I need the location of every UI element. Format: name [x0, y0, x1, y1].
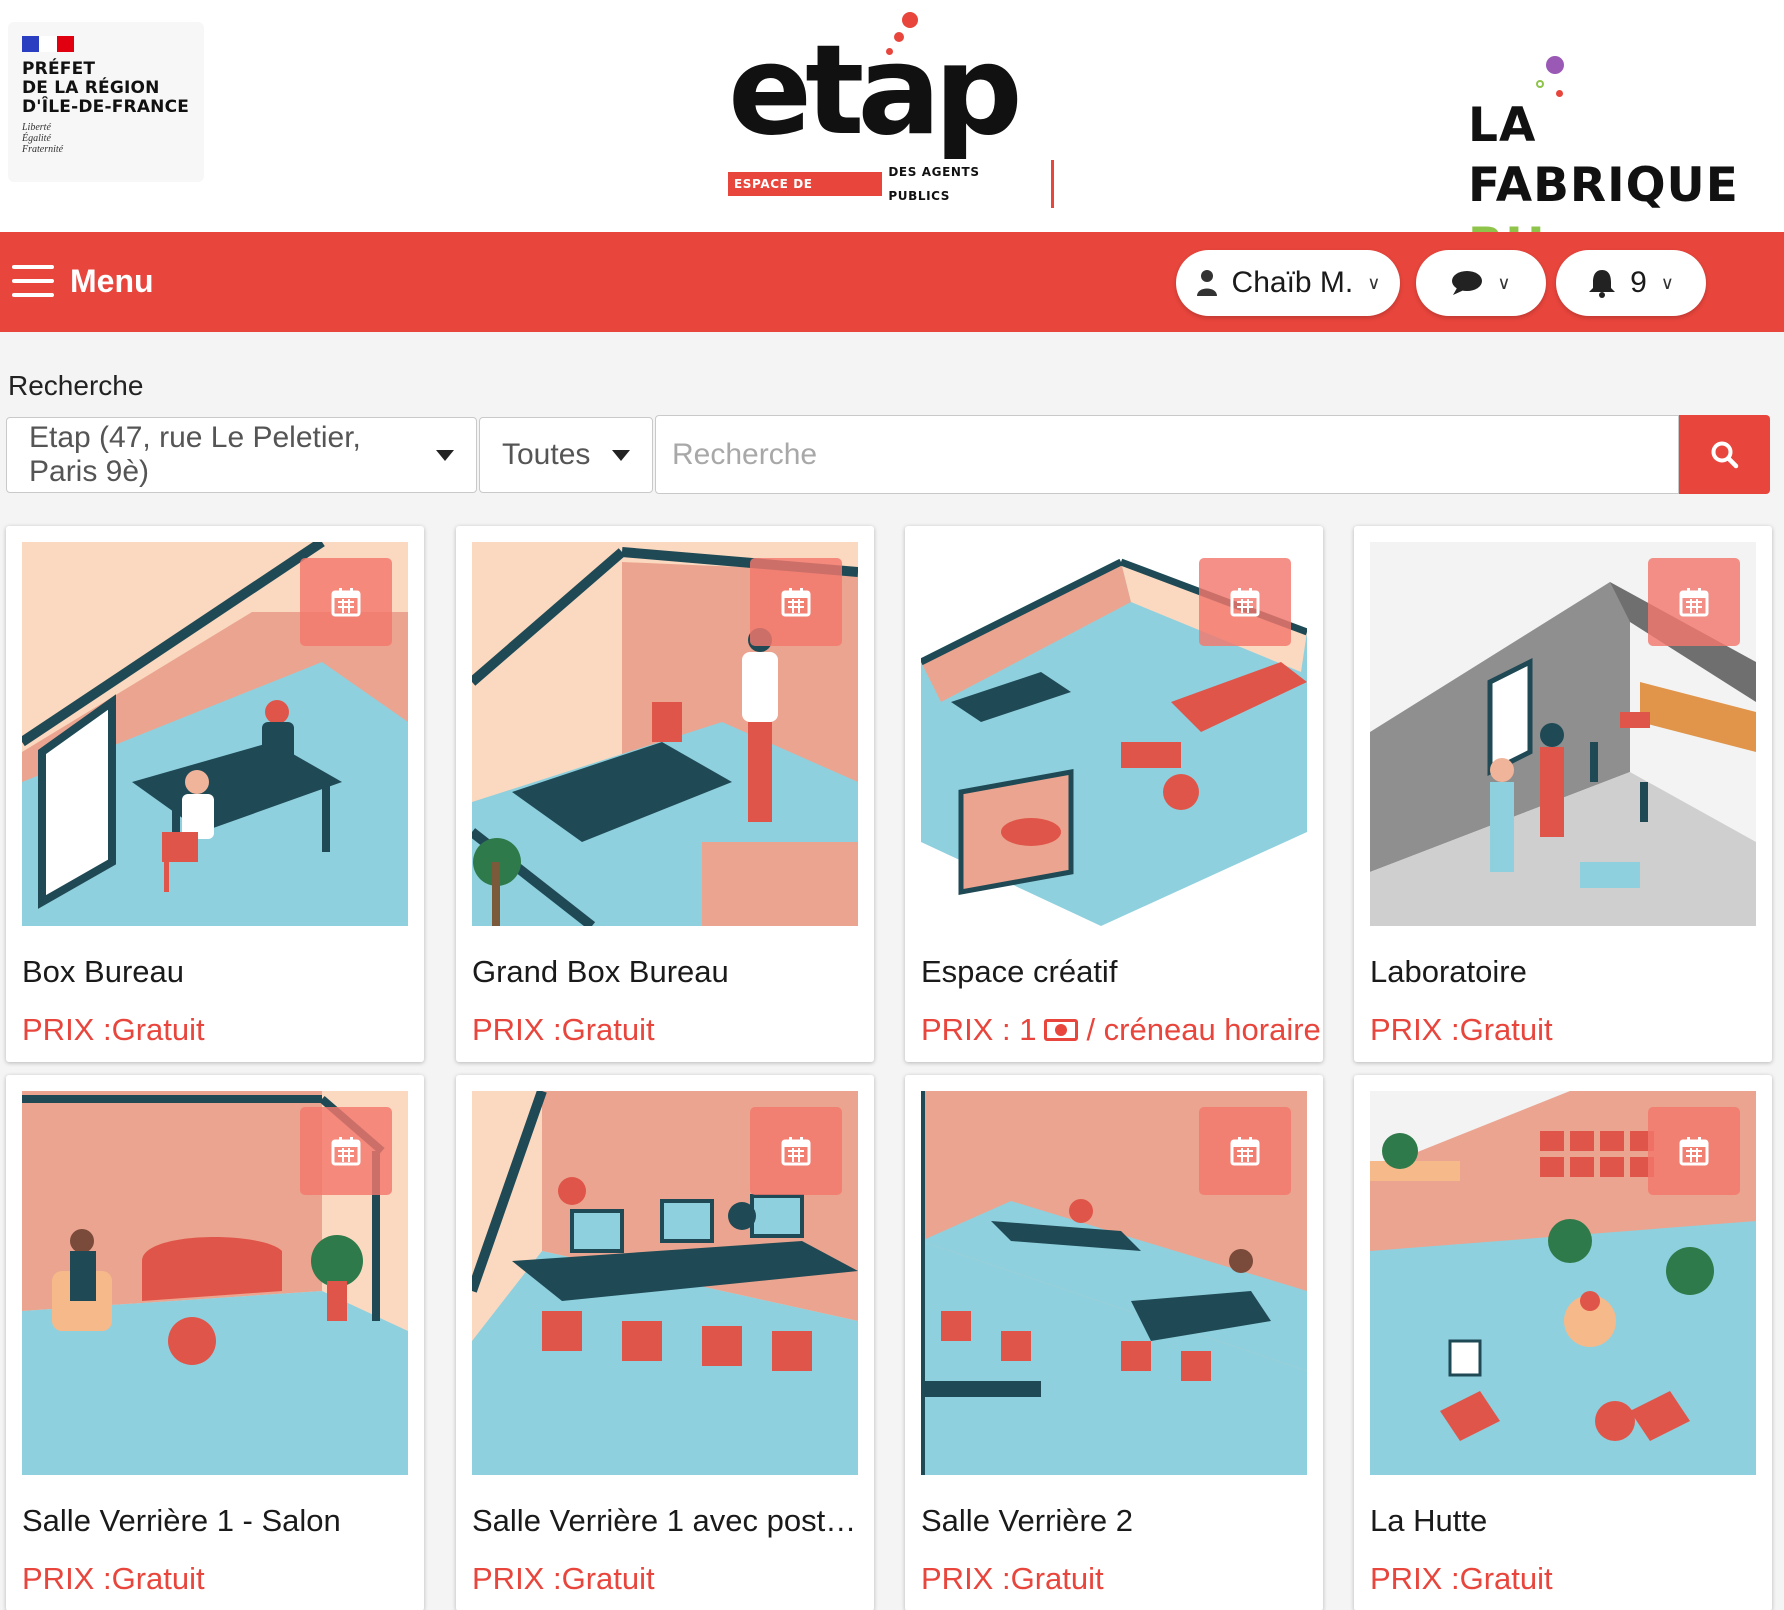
room-price: PRIX : Gratuit: [22, 1561, 205, 1596]
logo-dot: [1546, 56, 1564, 74]
room-card[interactable]: Laboratoire PRIX : Gratuit: [1354, 526, 1772, 1062]
etap-tagline: ESPACE DE TRAVAIL DES AGENTS PUBLICS: [728, 160, 1054, 208]
chat-icon: [1452, 271, 1483, 295]
calendar-button[interactable]: [1648, 558, 1740, 646]
money-icon: [1044, 1019, 1079, 1041]
calendar-button[interactable]: [750, 1107, 842, 1195]
calendar-icon: [1230, 588, 1260, 617]
type-select[interactable]: Toutes: [479, 417, 653, 493]
room-title: Salle Verrière 1 avec postes infor...: [472, 1503, 862, 1538]
chevron-down-icon: ∨: [1660, 272, 1674, 293]
calendar-button[interactable]: [1199, 558, 1291, 646]
notifications-button[interactable]: 9 ∨: [1556, 250, 1706, 316]
location-select[interactable]: Etap (47, rue Le Peletier, Paris 9è): [6, 417, 477, 493]
calendar-icon: [331, 1137, 361, 1166]
room-price: PRIX : Gratuit: [1370, 1561, 1553, 1596]
room-price: PRIX : Gratuit: [472, 1561, 655, 1596]
room-title: Espace créatif: [921, 954, 1118, 989]
user-name: Chaïb M.: [1231, 266, 1354, 299]
room-card[interactable]: Salle Verrière 1 avec postes infor... PR…: [456, 1075, 874, 1610]
room-price: PRIX : Gratuit: [472, 1012, 655, 1047]
fabrique-rh-logo[interactable]: LA FABRIQUE RH: [1466, 50, 1776, 273]
calendar-icon: [781, 588, 811, 617]
room-title: Box Bureau: [22, 954, 184, 989]
messages-button[interactable]: ∨: [1416, 250, 1546, 316]
search-label: Recherche: [8, 370, 144, 401]
room-card[interactable]: Grand Box Bureau PRIX : Gratuit: [456, 526, 874, 1062]
search-input[interactable]: [655, 415, 1679, 494]
room-title: Salle Verrière 1 - Salon: [22, 1503, 341, 1538]
calendar-button[interactable]: [750, 558, 842, 646]
caret-down-icon: [612, 449, 630, 461]
prefet-name-line: D'ÎLE-DE-FRANCE: [22, 97, 190, 117]
prefet-name-line: PRÉFET: [22, 59, 96, 79]
search-icon: [1711, 441, 1738, 468]
room-price: PRIX : Gratuit: [921, 1561, 1104, 1596]
user-icon: [1196, 270, 1217, 296]
room-card[interactable]: Salle Verrière 1 - Salon PRIX : Gratuit: [6, 1075, 424, 1610]
search-button[interactable]: [1679, 415, 1770, 494]
main-navbar: Menu Chaïb M. ∨ ∨ 9 ∨: [0, 232, 1784, 332]
room-title: La Hutte: [1370, 1503, 1488, 1538]
site-header: PRÉFET DE LA RÉGION D'ÎLE-DE-FRANCE Libe…: [0, 0, 1784, 273]
calendar-icon: [1679, 1137, 1709, 1166]
calendar-button[interactable]: [300, 1107, 392, 1195]
room-title: Laboratoire: [1370, 954, 1527, 989]
type-select-value: Toutes: [502, 438, 591, 471]
calendar-icon: [1230, 1137, 1260, 1166]
menu-icon: [12, 265, 54, 297]
room-card[interactable]: Espace créatif PRIX : 1/ créneau horaire: [905, 526, 1323, 1062]
calendar-icon: [781, 1137, 811, 1166]
etap-wordmark: etap: [728, 19, 1023, 163]
calendar-button[interactable]: [300, 558, 392, 646]
prefet-name-line: DE LA RÉGION: [22, 78, 160, 98]
chevron-down-icon: ∨: [1497, 272, 1511, 293]
room-price: PRIX : Gratuit: [1370, 1012, 1553, 1047]
prefet-motto: Liberté Égalité Fraternité: [22, 122, 64, 155]
room-title: Salle Verrière 2: [921, 1503, 1133, 1538]
bell-icon: [1589, 270, 1616, 298]
room-card[interactable]: Box Bureau PRIX : Gratuit: [6, 526, 424, 1062]
etap-logo[interactable]: etap ESPACE DE TRAVAIL DES AGENTS PUBLIC…: [724, 4, 1054, 208]
menu-label: Menu: [70, 262, 154, 299]
notifications-count: 9: [1630, 266, 1647, 299]
calendar-button[interactable]: [1648, 1107, 1740, 1195]
chevron-down-icon: ∨: [1367, 272, 1381, 293]
logo-dot: [1536, 80, 1544, 88]
menu-button[interactable]: Menu: [12, 258, 154, 304]
calendar-icon: [331, 588, 361, 617]
room-card[interactable]: Salle Verrière 2 PRIX : Gratuit: [905, 1075, 1323, 1610]
prefet-logo[interactable]: PRÉFET DE LA RÉGION D'ÎLE-DE-FRANCE Libe…: [8, 22, 204, 182]
user-menu-button[interactable]: Chaïb M. ∨: [1176, 250, 1400, 316]
calendar-icon: [1679, 588, 1709, 617]
french-flag-icon: [22, 36, 74, 52]
room-card[interactable]: La Hutte PRIX : Gratuit: [1354, 1075, 1772, 1610]
caret-down-icon: [436, 449, 454, 461]
room-title: Grand Box Bureau: [472, 954, 729, 989]
room-price: PRIX : 1/ créneau horaire: [921, 1012, 1321, 1047]
calendar-button[interactable]: [1199, 1107, 1291, 1195]
location-select-value: Etap (47, rue Le Peletier, Paris 9è): [29, 421, 361, 488]
room-price: PRIX : Gratuit: [22, 1012, 205, 1047]
